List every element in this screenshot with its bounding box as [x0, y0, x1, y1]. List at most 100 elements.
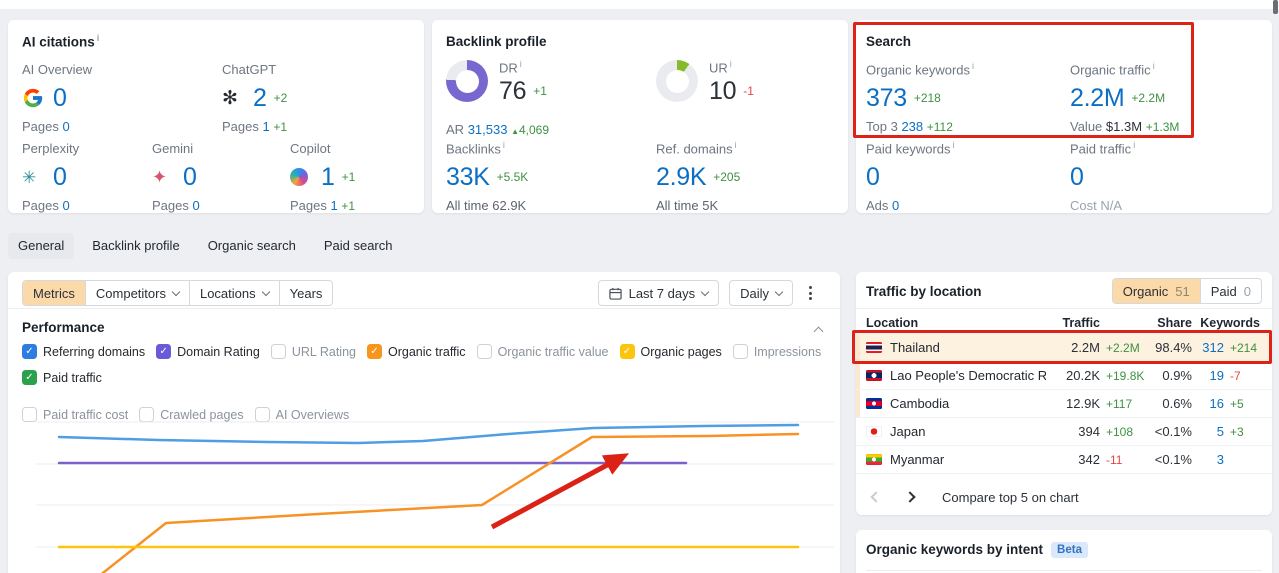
row-indicator [856, 446, 860, 473]
metric-paid-traffic: Paid traffic 0 Cost N/A [1070, 141, 1135, 213]
metrics-button[interactable]: Metrics [23, 281, 85, 305]
compare-top5-link[interactable]: Compare top 5 on chart [942, 490, 1079, 505]
checkbox-impressions[interactable]: Impressions [732, 344, 821, 359]
copilot-count[interactable]: 1 [321, 163, 335, 192]
years-button[interactable]: Years [278, 281, 333, 305]
checkbox-icon [156, 344, 172, 359]
competitors-button[interactable]: Competitors [84, 281, 189, 305]
card-title: Search [866, 34, 912, 49]
gemini-logo-icon: ✦ [152, 167, 168, 187]
chevron-down-icon [700, 287, 710, 296]
gemini-count[interactable]: 0 [183, 163, 197, 192]
beta-badge: Beta [1051, 542, 1088, 558]
dr-donut-gauge [446, 60, 488, 102]
info-icon [972, 62, 974, 71]
prev-page-button[interactable] [866, 489, 886, 505]
organic-toggle[interactable]: Organic 51 [1112, 279, 1200, 303]
info-icon [1133, 141, 1135, 150]
checkbox-icon [732, 344, 748, 359]
info-icon [97, 34, 100, 43]
performance-card: Metrics Competitors Locations Years Last… [8, 272, 840, 573]
ai-overview-count[interactable]: 0 [53, 84, 67, 113]
tab-paid-search[interactable]: Paid search [314, 233, 403, 259]
organic-keywords-value[interactable]: 373 [866, 84, 907, 113]
metric-organic-traffic: Organic traffic 2.2M+2.2M Value $1.3M +1… [1070, 62, 1179, 134]
location-name: Cambodia [890, 396, 950, 411]
ur-value: 10 [709, 76, 737, 105]
metric-paid-keywords: Paid keywords 0 Ads 0 [866, 141, 955, 213]
scrollbar-thumb[interactable] [1273, 0, 1278, 14]
info-icon [730, 60, 732, 69]
dr-value: 76 [499, 76, 527, 105]
ai-citations-card: AI citations AI Overview 0 Pages 0 ChatG… [8, 20, 424, 213]
granularity-button[interactable]: Daily [729, 280, 793, 306]
divider [8, 308, 840, 309]
tab-backlink-profile[interactable]: Backlink profile [82, 233, 189, 259]
flag-laos-icon [866, 370, 882, 381]
search-card: Search Organic keywords 373+218 Top 3 23… [856, 20, 1272, 213]
checkbox-organic-traffic[interactable]: Organic traffic [366, 344, 466, 359]
ref-domains-value[interactable]: 2.9K [656, 163, 707, 192]
checkbox-referring-domains[interactable]: Referring domains [22, 344, 145, 359]
checkbox-icon [366, 344, 382, 359]
filter-segmented-control: Metrics Competitors Locations Years [22, 280, 334, 306]
card-title: AI citations [22, 34, 99, 50]
kebab-menu-icon[interactable] [803, 282, 818, 304]
paid-keywords-value[interactable]: 0 [866, 163, 880, 192]
organic-traffic-value[interactable]: 2.2M [1070, 84, 1125, 113]
checkbox-icon [476, 344, 492, 359]
chevron-right-icon [904, 491, 916, 503]
flag-thailand-icon [866, 342, 882, 353]
info-icon [520, 60, 522, 69]
dashboard: AI citations AI Overview 0 Pages 0 ChatG… [0, 0, 1279, 573]
keywords-by-intent-card: Organic keywords by intent Beta [856, 530, 1272, 573]
table-row-myanmar[interactable]: Myanmar 342 -11 <0.1% 3 [856, 446, 1272, 474]
checkbox-paid-traffic[interactable]: Paid traffic [22, 370, 102, 385]
table-row-laos[interactable]: Lao People's Democratic Reput 20.2K +19.… [856, 362, 1272, 390]
date-controls: Last 7 days Daily [597, 280, 818, 306]
performance-chart [36, 421, 834, 573]
metric-gemini: Gemini ✦ 0 Pages 0 [152, 141, 200, 213]
collapse-chevron-up-icon[interactable] [813, 326, 824, 337]
tab-general[interactable]: General [8, 233, 75, 259]
row-indicator [856, 390, 860, 417]
calendar-icon [608, 287, 622, 300]
backlinks-value[interactable]: 33K [446, 163, 490, 192]
paid-traffic-value[interactable]: 0 [1070, 163, 1084, 192]
column-location[interactable]: Location [866, 316, 1046, 330]
chatgpt-count[interactable]: 2 [253, 84, 267, 113]
metric-dr: DR 76+1 [446, 60, 547, 105]
date-range-button[interactable]: Last 7 days [597, 280, 720, 306]
metric-chatgpt: ChatGPT ✻ 2 +2 Pages 1 +1 [222, 62, 288, 134]
chevron-down-icon [774, 287, 784, 296]
locations-button[interactable]: Locations [188, 281, 279, 305]
table-row-thailand[interactable]: Thailand 2.2M +2.2M 98.4% 312 +214 [856, 334, 1272, 362]
copilot-logo-icon [290, 168, 314, 186]
checkbox-organic-traffic-value[interactable]: Organic traffic value [476, 344, 609, 359]
column-traffic[interactable]: Traffic [1046, 316, 1100, 330]
google-logo-icon [22, 87, 46, 109]
checkbox-url-rating[interactable]: URL Rating [270, 344, 356, 359]
divider [856, 308, 1272, 309]
perplexity-count[interactable]: 0 [53, 163, 67, 192]
checkbox-domain-rating[interactable]: Domain Rating [156, 344, 260, 359]
paid-toggle[interactable]: Paid 0 [1199, 279, 1261, 303]
column-keywords[interactable]: Keywords [1192, 316, 1260, 330]
location-name: Japan [890, 424, 926, 439]
checkbox-organic-pages[interactable]: Organic pages [619, 344, 722, 359]
column-share[interactable]: Share [1140, 316, 1192, 330]
table-row-japan[interactable]: Japan 394 +108 <0.1% 5 +3 [856, 418, 1272, 446]
row-indicator [856, 418, 860, 445]
tab-organic-search[interactable]: Organic search [198, 233, 306, 259]
checkbox-icon [270, 344, 286, 359]
location-name: Thailand [890, 340, 940, 355]
next-page-button[interactable] [900, 489, 920, 505]
flag-myanmar-icon [866, 454, 882, 465]
chatgpt-logo-icon: ✻ [222, 87, 238, 109]
organic-paid-toggle: Organic 51 Paid 0 [1111, 278, 1262, 304]
location-name: Lao People's Democratic Reput [890, 368, 1046, 383]
row-indicator [856, 362, 860, 389]
flag-cambodia-icon [866, 398, 882, 409]
flag-japan-icon [866, 426, 882, 437]
table-row-cambodia[interactable]: Cambodia 12.9K +117 0.6% 16 +5 [856, 390, 1272, 418]
